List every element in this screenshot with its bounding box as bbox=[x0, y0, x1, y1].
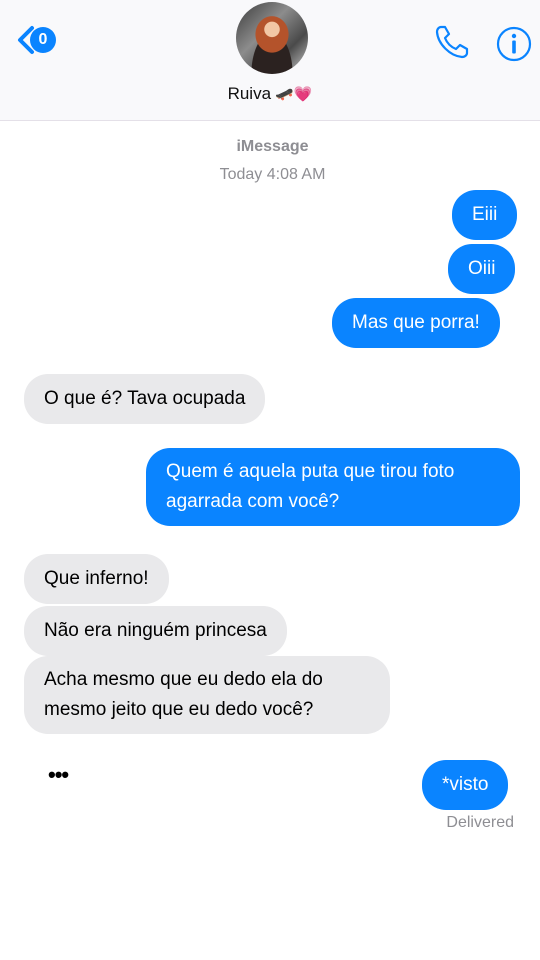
typing-indicator: ••• bbox=[48, 762, 69, 787]
message-bubble-outgoing[interactable]: Mas que porra! bbox=[332, 298, 500, 348]
message-bubble-outgoing[interactable]: Oiii bbox=[448, 244, 516, 294]
thread-timestamp: Today 4:08 AM bbox=[219, 166, 326, 183]
contact-name-emoji: 🛹💗 bbox=[275, 86, 313, 103]
delivered-status: Delivered bbox=[446, 814, 514, 831]
phone-icon[interactable] bbox=[432, 22, 472, 62]
contact-name-text: Ruiva bbox=[227, 84, 272, 103]
contact-name[interactable]: Ruiva 🛹💗 bbox=[0, 84, 540, 104]
unread-count-badge: 0 bbox=[30, 27, 56, 53]
message-bubble-incoming[interactable]: Que inferno! bbox=[24, 554, 169, 604]
service-label: iMessage bbox=[236, 138, 309, 155]
info-icon[interactable] bbox=[496, 26, 532, 62]
message-bubble-outgoing[interactable]: Quem é aquela puta que tirou foto agarra… bbox=[146, 448, 520, 526]
back-button[interactable]: 0 bbox=[8, 22, 56, 58]
message-bubble-outgoing[interactable]: Eiii bbox=[452, 190, 518, 240]
contact-avatar[interactable] bbox=[236, 2, 308, 74]
message-bubble-incoming[interactable]: Acha mesmo que eu dedo ela do mesmo jeit… bbox=[24, 656, 390, 734]
message-bubble-incoming[interactable]: Não era ninguém princesa bbox=[24, 606, 287, 656]
message-bubble-outgoing[interactable]: *visto bbox=[422, 760, 509, 810]
conversation-header: 0 Ruiva 🛹💗 bbox=[0, 0, 540, 121]
message-bubble-incoming[interactable]: O que é? Tava ocupada bbox=[24, 374, 266, 424]
